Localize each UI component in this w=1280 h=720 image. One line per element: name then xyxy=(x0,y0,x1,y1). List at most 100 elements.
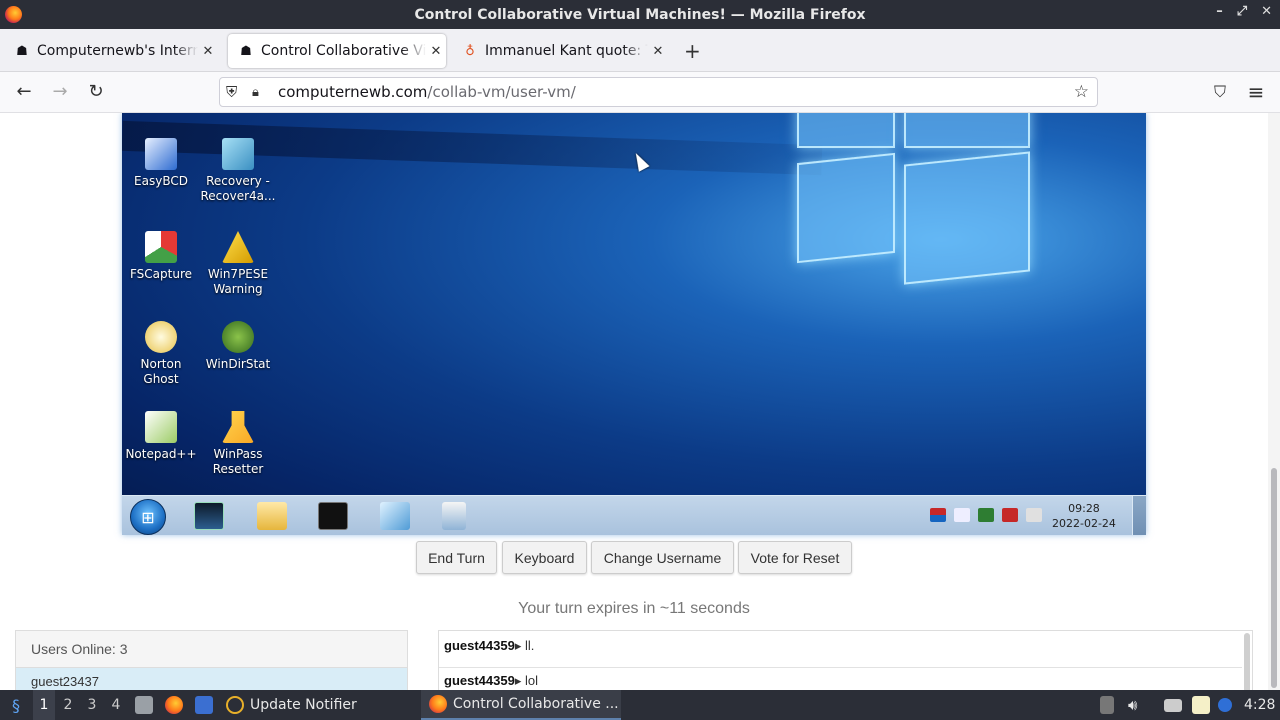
monitor-app-icon[interactable] xyxy=(194,502,224,530)
notes-icon xyxy=(1192,696,1210,714)
bookmark-star-icon[interactable]: ☆ xyxy=(1074,82,1089,102)
minimize-button[interactable]: – xyxy=(1216,4,1223,19)
forward-button[interactable]: → xyxy=(48,80,72,104)
firefox-launcher[interactable] xyxy=(165,690,189,720)
notepad-app-icon[interactable] xyxy=(380,502,410,530)
notepadpp-icon xyxy=(145,411,177,443)
vm-screen[interactable]: EasyBCD Recovery - Recover4a... FSCaptur… xyxy=(122,113,1146,535)
tab-label: Immanuel Kant quote: The xyxy=(485,43,648,59)
users-online-header: Users Online: 3 xyxy=(16,631,407,668)
firefox-logo-icon xyxy=(5,6,22,23)
app-menu-button[interactable]: ≡ xyxy=(1244,80,1268,104)
reload-button[interactable]: ↻ xyxy=(84,80,108,104)
desktop-icon-norton-ghost[interactable]: Norton Ghost xyxy=(122,321,200,387)
new-tab-button[interactable]: + xyxy=(684,39,701,63)
tab-computernewb[interactable]: ☗ Computernewb's Internet ✕ xyxy=(4,34,218,68)
distro-menu-icon[interactable]: § xyxy=(4,690,28,720)
users-online-panel: Users Online: 3 guest23437 xyxy=(15,630,408,690)
tray-updates[interactable] xyxy=(1218,690,1238,720)
calculator-app-icon[interactable] xyxy=(442,502,466,530)
show-desktop-button[interactable] xyxy=(1132,496,1146,535)
tray-volume[interactable]: 🔊︎ xyxy=(1128,690,1137,720)
wallpaper-window-pane xyxy=(797,152,895,264)
volume-muted-icon[interactable] xyxy=(1026,508,1042,522)
back-button[interactable]: ← xyxy=(12,80,36,104)
chat-message: guest44359▸ lol xyxy=(444,673,538,689)
page-content: EasyBCD Recovery - Recover4a... FSCaptur… xyxy=(0,113,1280,690)
quote-favicon-icon: ♁ xyxy=(465,43,475,59)
action-center-icon[interactable] xyxy=(1002,508,1018,522)
close-tab-icon[interactable]: ✕ xyxy=(198,44,218,59)
maximize-button[interactable]: ⤢ xyxy=(1237,4,1247,19)
vote-for-reset-button[interactable]: Vote for Reset xyxy=(738,541,852,574)
workspace-4[interactable]: 4 xyxy=(105,690,127,720)
command-prompt-icon[interactable] xyxy=(318,502,348,530)
tracking-shield-icon[interactable]: ⛨ xyxy=(226,83,244,101)
desktop-icon-fscapture[interactable]: FSCapture xyxy=(122,231,200,282)
chat-text: lol xyxy=(524,673,538,688)
tray-clipboard[interactable] xyxy=(1100,690,1120,720)
language-flag-icon[interactable] xyxy=(930,508,946,522)
close-tab-icon[interactable]: ✕ xyxy=(648,44,668,59)
chat-text: ll. xyxy=(524,638,535,653)
keyboard-button[interactable]: Keyboard xyxy=(502,541,587,574)
explorer-folder-icon[interactable] xyxy=(257,502,287,530)
device-icon[interactable] xyxy=(978,508,994,522)
vm-clock[interactable]: 09:28 2022-02-24 xyxy=(1052,501,1116,531)
tray-notes[interactable] xyxy=(1192,690,1216,720)
lock-icon[interactable]: 🔒︎ xyxy=(252,85,270,100)
desktop-icon-label: WinPass Resetter xyxy=(212,447,264,476)
key-icon xyxy=(222,411,254,443)
desktop-icon-winpass-resetter[interactable]: WinPass Resetter xyxy=(199,411,277,477)
user-list-item[interactable]: guest23437 xyxy=(16,668,407,690)
desktop-icon-notepadpp[interactable]: Notepad++ xyxy=(122,411,200,462)
desktop-icon-label: EasyBCD xyxy=(134,174,188,188)
network-icon[interactable] xyxy=(954,508,970,522)
windows-start-icon[interactable]: ⊞ xyxy=(130,499,166,535)
url-bar[interactable]: ⛨ 🔒︎ computernewb.com/collab-vm/user-vm/… xyxy=(219,77,1098,107)
chat-arrow-icon: ▸ xyxy=(514,638,522,653)
wallpaper-window-pane xyxy=(904,151,1030,285)
vm-clock-time: 09:28 xyxy=(1068,502,1100,515)
desktop-icon-recovery[interactable]: Recovery - Recover4a... xyxy=(199,138,277,204)
workspace-2[interactable]: 2 xyxy=(57,690,79,720)
os-taskbar: § 1 2 3 4 Update Notifier Control Collab… xyxy=(0,690,1280,720)
page-scrollbar[interactable] xyxy=(1268,113,1280,690)
panel-clock[interactable]: 4:28 xyxy=(1244,690,1275,720)
wallpaper-window-pane xyxy=(904,113,1030,148)
desktop-icon-label: Norton Ghost xyxy=(140,357,182,386)
firefox-icon xyxy=(165,696,183,714)
change-username-button[interactable]: Change Username xyxy=(591,541,734,574)
update-notifier-icon xyxy=(226,696,244,714)
tray-network[interactable] xyxy=(1164,690,1188,720)
end-turn-button[interactable]: End Turn xyxy=(416,541,497,574)
turn-status: Your turn expires in ~11 seconds xyxy=(518,600,750,617)
desktop-launcher[interactable] xyxy=(195,690,219,720)
desktop-icon-win7pese-warning[interactable]: Win7PESE Warning xyxy=(199,231,277,297)
desktop-icon-label: WinDirStat xyxy=(205,357,271,371)
close-window-button[interactable]: ✕ xyxy=(1261,4,1272,19)
desktop-icon-easybcd[interactable]: EasyBCD xyxy=(122,138,200,189)
taskbar-firefox-window[interactable]: Control Collaborative ... xyxy=(421,690,621,720)
navigation-bar: ← → ↻ ⛨ 🔒︎ computernewb.com/collab-vm/us… xyxy=(0,72,1280,113)
close-tab-icon[interactable]: ✕ xyxy=(426,44,446,59)
url-domain: computernewb.com xyxy=(278,83,428,101)
fscapture-icon xyxy=(145,231,177,263)
workspace-3[interactable]: 3 xyxy=(81,690,103,720)
system-tray xyxy=(930,508,1042,522)
desktop-icon-windirstat[interactable]: WinDirStat xyxy=(199,321,277,372)
window-controls: – ⤢ ✕ xyxy=(1216,4,1272,19)
volume-icon: 🔊︎ xyxy=(1128,696,1138,714)
tab-collab-vm[interactable]: ☗ Control Collaborative Virtual ✕ xyxy=(228,34,446,68)
url-path: /collab-vm/user-vm/ xyxy=(427,83,576,101)
chat-scrollbar[interactable] xyxy=(1244,633,1250,690)
windirstat-icon xyxy=(222,321,254,353)
computernewb-favicon-icon: ☗ xyxy=(240,43,252,59)
update-notifier[interactable]: Update Notifier xyxy=(226,690,357,720)
page-scrollbar-thumb[interactable] xyxy=(1271,468,1277,688)
workspace-1[interactable]: 1 xyxy=(33,690,55,720)
file-manager-launcher[interactable] xyxy=(135,690,159,720)
chat-divider xyxy=(439,667,1242,668)
pocket-icon[interactable]: ⛉ xyxy=(1208,80,1232,104)
tab-kant-quote[interactable]: ♁ Immanuel Kant quote: The ✕ xyxy=(452,34,668,68)
